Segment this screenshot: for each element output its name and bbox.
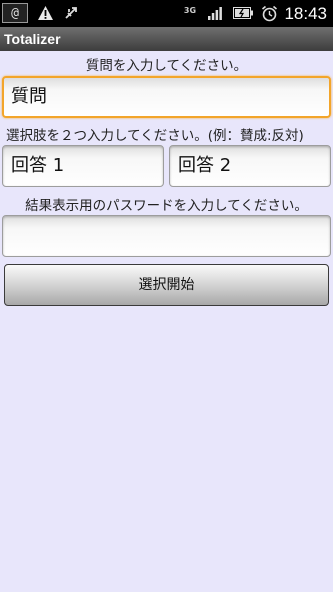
password-prompt: 結果表示用のパスワードを入力してください。 — [25, 198, 308, 214]
at-icon: @ — [2, 3, 28, 23]
password-input[interactable] — [2, 215, 331, 257]
signal-icon — [207, 3, 223, 23]
usb-icon — [62, 3, 80, 23]
start-button[interactable]: 選択開始 — [4, 264, 329, 306]
warning-icon — [36, 3, 54, 23]
status-time: 18:43 — [284, 4, 327, 23]
answer1-input[interactable]: 回答 1 — [2, 145, 164, 187]
app-title: Totalizer — [0, 27, 333, 51]
alarm-icon — [260, 3, 278, 23]
battery-icon — [233, 3, 253, 23]
network-type-label: 3G — [183, 5, 197, 15]
question-prompt: 質問を入力してください。 — [85, 58, 248, 74]
status-bar: @ 3G 18:43 — [0, 0, 333, 27]
question-input[interactable]: 質問 — [2, 76, 331, 118]
choices-prompt: 選択肢を２つ入力してください。(例：賛成:反対) — [6, 128, 304, 144]
answer2-input[interactable]: 回答 2 — [169, 145, 331, 187]
